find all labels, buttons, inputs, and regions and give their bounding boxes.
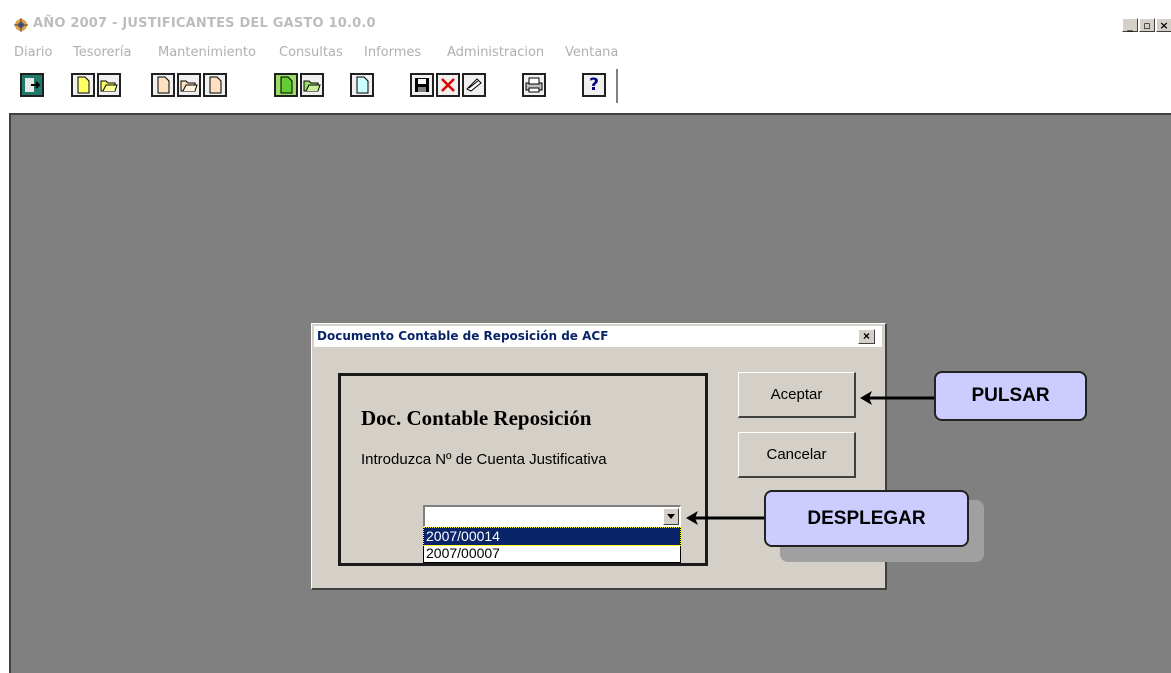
exit-door-icon (25, 78, 41, 92)
menu-ventana[interactable]: Ventana (565, 45, 618, 60)
save-button[interactable] (410, 73, 434, 97)
toolbar-separator (616, 69, 619, 103)
account-prompt: Introduzca Nº de Cuenta Justificativa (361, 451, 607, 468)
input-frame: Doc. Contable Reposición Introduzca Nº d… (338, 373, 708, 566)
chevron-down-icon (667, 514, 675, 519)
new-document-icon (157, 76, 170, 94)
new-button-4[interactable] (274, 73, 298, 97)
dialog-close-button[interactable]: × (858, 329, 875, 344)
account-combobox[interactable] (423, 505, 681, 527)
menu-tesoreria[interactable]: Tesorería (73, 45, 131, 60)
dropdown-option[interactable]: 2007/00007 (424, 545, 680, 562)
print-icon (525, 77, 543, 93)
new-button-2[interactable] (151, 73, 175, 97)
save-disk-icon (415, 78, 429, 92)
exit-button[interactable] (20, 73, 44, 97)
arrow-left-icon (686, 511, 764, 525)
new-button-5[interactable] (350, 73, 374, 97)
menu-informes[interactable]: Informes (364, 45, 421, 60)
open-button-2[interactable] (177, 73, 201, 97)
menu-diario[interactable]: Diario (14, 45, 53, 60)
delete-x-icon (441, 78, 455, 92)
open-folder-icon (100, 80, 118, 92)
menu-administracion[interactable]: Administracion (447, 45, 544, 60)
edit-icon (466, 78, 482, 92)
combo-dropdown-button[interactable] (663, 508, 679, 525)
menu-mantenimiento[interactable]: Mantenimiento (158, 45, 256, 60)
window-title-bar: AÑO 2007 - JUSTIFICANTES DEL GASTO 10.0.… (0, 14, 1171, 36)
dialog-title-bar: Documento Contable de Reposición de ACF … (314, 326, 882, 347)
callout-pulsar: PULSAR (934, 371, 1087, 421)
combo-dropdown-list: 2007/00014 2007/00007 (423, 527, 681, 563)
new-button-1[interactable] (71, 73, 95, 97)
new-document-green-icon (280, 76, 293, 94)
open-folder-icon (180, 80, 198, 92)
minimize-button[interactable]: _ (1122, 18, 1138, 32)
dialog-heading: Doc. Contable Reposición (361, 406, 592, 430)
open-button-1[interactable] (97, 73, 121, 97)
dropdown-option-selected[interactable]: 2007/00014 (423, 527, 681, 546)
callout-desplegar: DESPLEGAR (764, 490, 969, 547)
help-button[interactable]: ? (582, 73, 606, 97)
delete-button[interactable] (436, 73, 460, 97)
toolbar: ? (0, 66, 1171, 106)
menu-bar: Diario Tesorería Mantenimiento Consultas… (0, 43, 1171, 65)
arrow-left-icon (860, 391, 934, 405)
open-folder-icon (303, 80, 321, 92)
print-button[interactable] (522, 73, 546, 97)
help-question-icon: ? (589, 75, 599, 95)
app-icon (14, 18, 28, 32)
cancel-button[interactable]: Cancelar (738, 432, 856, 478)
edit-button[interactable] (462, 73, 486, 97)
close-window-button[interactable]: × (1156, 18, 1171, 32)
new-document-icon (209, 76, 222, 94)
new-document-icon (77, 76, 90, 94)
new-document-icon (356, 76, 369, 94)
open-button-3[interactable] (300, 73, 324, 97)
new-button-3[interactable] (203, 73, 227, 97)
restore-button[interactable]: ▫ (1139, 18, 1155, 32)
menu-consultas[interactable]: Consultas (279, 45, 343, 60)
window-controls: _ ▫ × (1122, 18, 1171, 32)
dialog-title: Documento Contable de Reposición de ACF (317, 329, 609, 343)
window-title: AÑO 2007 - JUSTIFICANTES DEL GASTO 10.0.… (33, 16, 376, 31)
accept-button[interactable]: Aceptar (738, 372, 856, 418)
